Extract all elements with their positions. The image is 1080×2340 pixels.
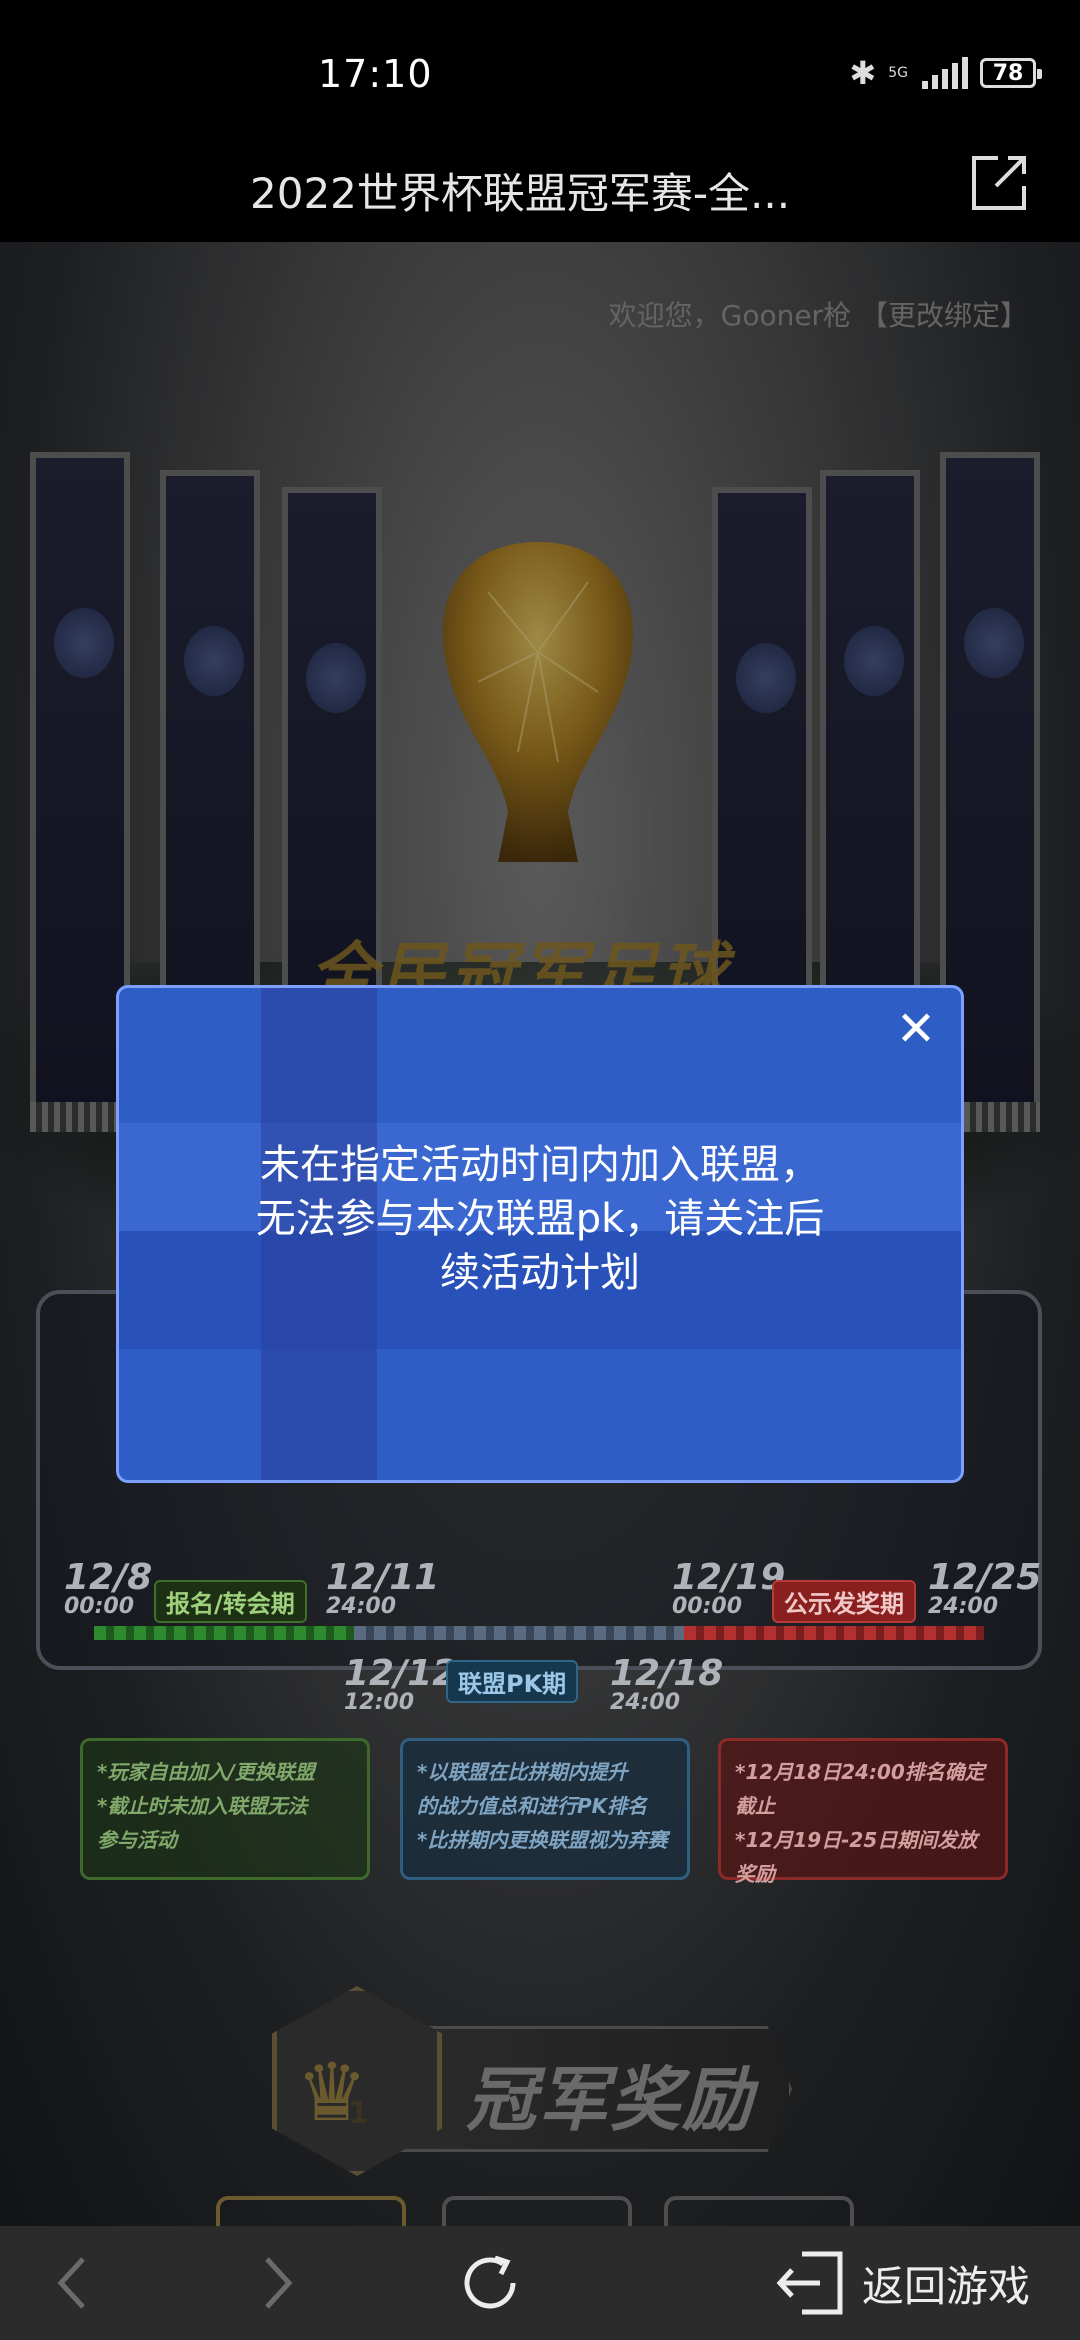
timeline-date: 12/8 00:00 <box>64 1557 153 1619</box>
back-button[interactable] <box>36 2226 106 2340</box>
timeline-bar-green <box>94 1626 354 1640</box>
share-icon <box>972 156 1026 210</box>
close-button[interactable]: ✕ <box>891 1001 941 1057</box>
refresh-button[interactable] <box>450 2226 530 2340</box>
network-type: 5G <box>888 65 908 81</box>
timeline-date: 12/25 24:00 <box>928 1557 1042 1619</box>
dialog-message: 未在指定活动时间内加入联盟， 无法参与本次联盟pk，请关注后 续活动计划 <box>255 1142 825 1296</box>
phase-pk: 联盟PK期 <box>446 1660 579 1703</box>
info-box-announce: *12月18日24:00排名确定截止 *12月19日-25日期间发放奖励 <box>718 1738 1008 1886</box>
back-to-game-button[interactable]: 返回游戏 <box>752 2226 1052 2340</box>
signal-icon <box>922 57 968 89</box>
forward-button[interactable] <box>244 2226 314 2340</box>
phase-announce: 公示发奖期 <box>772 1580 916 1623</box>
reward-tabs <box>0 2196 1080 2226</box>
timeline-date: 12/11 24:00 <box>326 1557 440 1619</box>
browser-bottom-nav: 返回游戏 <box>0 2226 1080 2340</box>
share-button[interactable] <box>968 150 1032 214</box>
status-icons: ✱ 5G 78 <box>849 54 1042 92</box>
rank-number: 1 <box>348 2096 369 2131</box>
chevron-right-icon <box>265 2257 293 2309</box>
timeline-date: 12/19 00:00 <box>672 1557 786 1619</box>
back-to-game-label: 返回游戏 <box>861 2261 1030 2311</box>
notice-dialog: ✕ 未在指定活动时间内加入联盟， 无法参与本次联盟pk，请关注后 续活动计划 <box>116 985 964 1483</box>
battery-icon: 78 <box>980 58 1042 88</box>
info-box-signup: *玩家自由加入/更换联盟 *截止时未加入联盟无法 参与活动 <box>80 1738 370 1880</box>
reward-tab[interactable] <box>442 2196 632 2226</box>
timeline-bar-gray <box>354 1626 684 1640</box>
timeline-date: 12/18 24:00 <box>610 1653 724 1715</box>
timeline-date: 12/12 12:00 <box>344 1653 458 1715</box>
bluetooth-icon: ✱ <box>849 54 877 92</box>
reward-tab[interactable] <box>216 2196 406 2226</box>
timeline-bar-red <box>684 1626 984 1640</box>
exit-icon <box>776 2251 843 2315</box>
info-box-pk: *以联盟在比拼期内提升 的战力值总和进行PK排名 *比拼期内更换联盟视为弃赛 <box>400 1738 690 1880</box>
clock: 17:10 <box>318 52 433 96</box>
status-bar: 17:10 ✱ 5G 78 <box>0 0 1080 150</box>
refresh-icon <box>464 2255 516 2309</box>
page-title: 2022世界杯联盟冠军赛-全... <box>250 169 791 218</box>
phase-signup: 报名/转会期 <box>154 1580 307 1623</box>
reward-title: 冠军奖励 <box>466 2059 754 2141</box>
champion-reward-header: ♛ 1 冠军奖励 <box>266 1986 806 2186</box>
chevron-left-icon <box>57 2257 85 2309</box>
reward-tab[interactable] <box>664 2196 854 2226</box>
